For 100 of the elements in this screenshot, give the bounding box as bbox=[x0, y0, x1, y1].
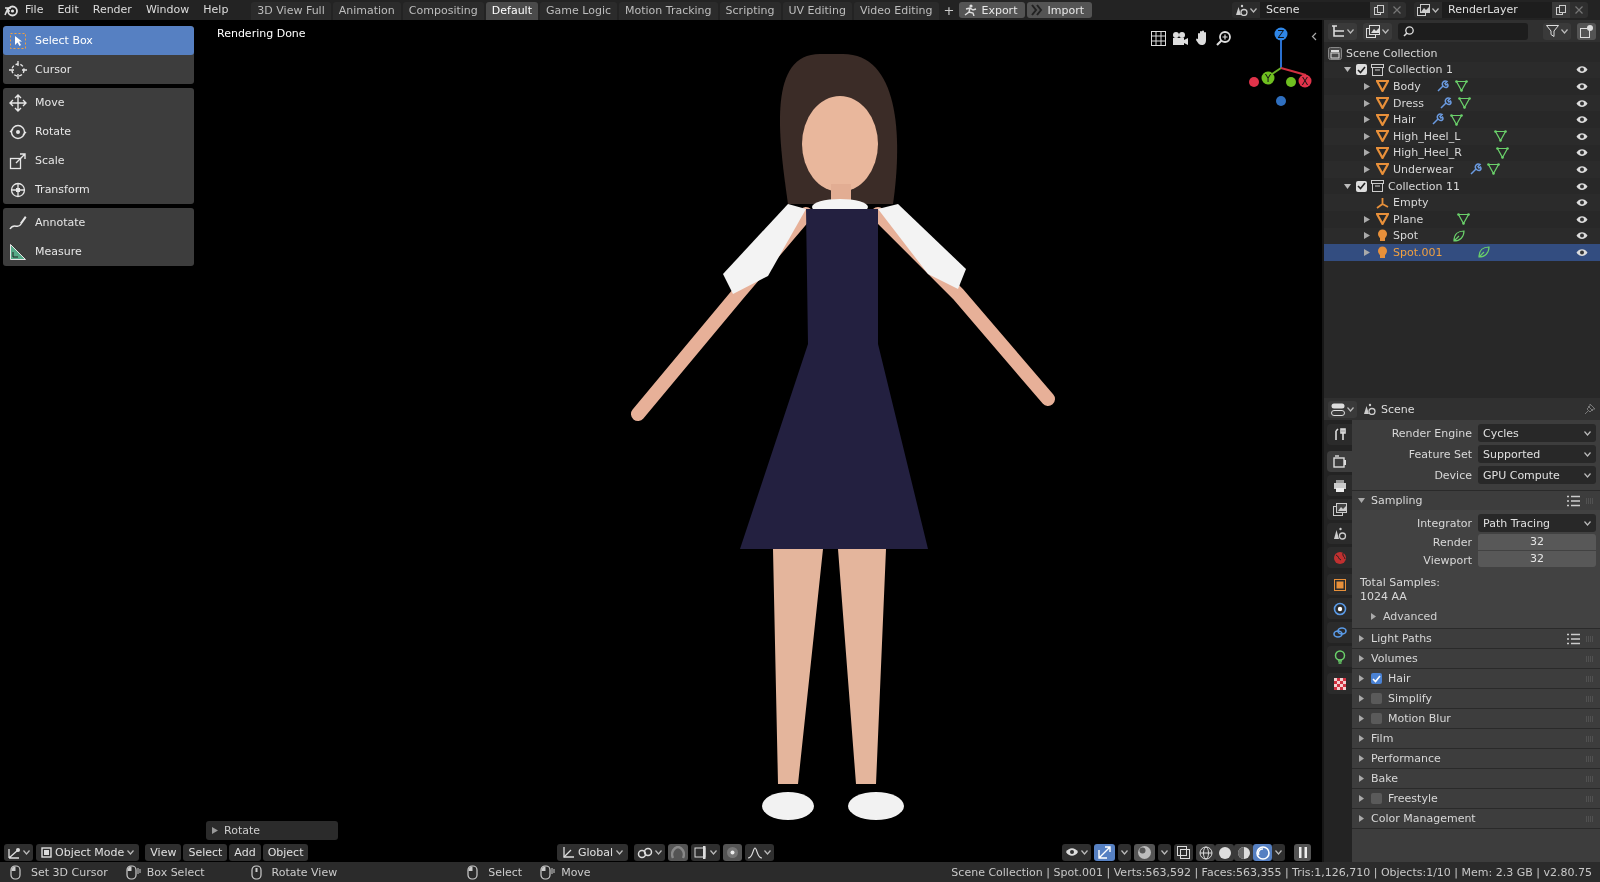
eye-icon[interactable] bbox=[1576, 247, 1588, 257]
properties-tab[interactable] bbox=[1327, 574, 1352, 595]
properties-tab[interactable] bbox=[1327, 424, 1352, 445]
camera-icon[interactable] bbox=[1172, 30, 1189, 46]
workspace-tab[interactable]: Game Logic bbox=[540, 2, 617, 20]
expand-arrow-icon[interactable] bbox=[1364, 99, 1370, 107]
tool-button[interactable]: Rotate bbox=[3, 117, 194, 146]
dropdown[interactable]: Path Tracing bbox=[1478, 514, 1596, 532]
checkbox[interactable] bbox=[1371, 693, 1382, 704]
editor-type-dropdown[interactable] bbox=[4, 844, 33, 861]
snap-toggle[interactable] bbox=[668, 844, 689, 861]
snap-target-dropdown[interactable] bbox=[691, 844, 721, 861]
shading-mode-button[interactable] bbox=[1234, 844, 1253, 861]
expand-arrow-icon[interactable] bbox=[1358, 775, 1365, 782]
checkbox[interactable] bbox=[1371, 673, 1382, 684]
editor-type-dropdown[interactable] bbox=[1328, 400, 1357, 418]
expand-arrow-icon[interactable] bbox=[1364, 215, 1370, 223]
collapse-arrow-icon[interactable] bbox=[1343, 66, 1351, 74]
tool-button[interactable]: Select Box bbox=[3, 26, 194, 55]
eye-icon[interactable] bbox=[1576, 198, 1588, 208]
overlay-toggle[interactable] bbox=[1134, 844, 1155, 861]
collection-name[interactable]: Collection 1 bbox=[1388, 63, 1453, 77]
xray-toggle[interactable] bbox=[1174, 844, 1193, 861]
display-mode-dropdown[interactable] bbox=[1328, 22, 1357, 40]
properties-tab[interactable] bbox=[1327, 499, 1352, 520]
expand-arrow-icon[interactable] bbox=[1358, 675, 1365, 682]
outliner-row[interactable]: Body bbox=[1324, 78, 1600, 95]
grid-icon[interactable] bbox=[1151, 30, 1166, 46]
menu-item[interactable]: Help bbox=[196, 0, 236, 20]
workspace-tab[interactable]: Motion Tracking bbox=[619, 2, 718, 20]
filter-mode-dropdown[interactable] bbox=[1363, 22, 1392, 40]
workspace-tab[interactable]: Video Editing bbox=[853, 2, 939, 20]
properties-tab[interactable] bbox=[1327, 598, 1352, 619]
collection-name[interactable]: Collection 11 bbox=[1388, 179, 1460, 193]
add-workspace-button[interactable]: + bbox=[938, 2, 960, 18]
workspace-tab[interactable]: Compositing bbox=[402, 2, 484, 20]
collapse-arrow-icon[interactable] bbox=[1343, 182, 1351, 190]
collapse-arrow-icon[interactable] bbox=[1358, 497, 1365, 504]
expand-arrow-icon[interactable] bbox=[1358, 755, 1365, 762]
shading-mode-button[interactable] bbox=[1215, 844, 1234, 861]
eye-icon[interactable] bbox=[1576, 181, 1588, 191]
outliner-row[interactable]: High_Heel_R bbox=[1324, 144, 1600, 162]
menu-item[interactable]: File bbox=[18, 0, 51, 20]
workspace-tab[interactable]: Default bbox=[485, 2, 538, 20]
eye-icon[interactable] bbox=[1576, 214, 1588, 224]
eye-icon[interactable] bbox=[1576, 131, 1588, 141]
menu-button[interactable]: Object bbox=[262, 844, 309, 861]
wrench-icon[interactable] bbox=[1468, 162, 1482, 176]
view-layer-name-field[interactable]: RenderLayer bbox=[1442, 2, 1552, 18]
workspace-tab[interactable]: UV Editing bbox=[782, 2, 852, 20]
menu-item[interactable]: Render bbox=[85, 0, 139, 20]
orientation-dropdown[interactable]: Global bbox=[557, 844, 629, 861]
eye-icon[interactable] bbox=[1576, 98, 1588, 108]
properties-tab[interactable] bbox=[1327, 451, 1352, 472]
expand-arrow-icon[interactable] bbox=[1370, 612, 1377, 620]
pause-button[interactable] bbox=[1294, 844, 1311, 861]
number-field[interactable]: 32 bbox=[1478, 534, 1596, 550]
checkbox[interactable] bbox=[1356, 180, 1367, 192]
expand-arrow-icon[interactable] bbox=[1358, 735, 1365, 742]
copy-button[interactable] bbox=[1370, 2, 1388, 18]
search-field[interactable] bbox=[1398, 22, 1528, 40]
number-field[interactable]: 32 bbox=[1478, 551, 1596, 567]
overlay-dropdown[interactable] bbox=[1158, 844, 1171, 861]
subpanel-header[interactable]: Advanced bbox=[1352, 606, 1596, 626]
tool-button[interactable]: Transform bbox=[3, 175, 194, 204]
addon-button[interactable]: Import bbox=[1027, 2, 1092, 18]
tool-button[interactable]: Measure bbox=[3, 237, 194, 266]
scene-type-dropdown[interactable] bbox=[1232, 2, 1260, 18]
view-layer-type-dropdown[interactable] bbox=[1414, 2, 1442, 18]
wrench-icon[interactable] bbox=[1436, 80, 1450, 93]
copy-button[interactable] bbox=[1552, 2, 1570, 18]
collection-name[interactable]: Scene Collection bbox=[1346, 46, 1438, 60]
filter-dropdown[interactable] bbox=[1543, 22, 1571, 40]
properties-tab[interactable] bbox=[1327, 673, 1352, 694]
pin-icon[interactable] bbox=[1584, 403, 1596, 415]
wrench-icon[interactable] bbox=[1439, 96, 1453, 110]
gizmo-toggle[interactable] bbox=[1094, 844, 1115, 861]
workspace-tab[interactable]: Scripting bbox=[719, 2, 781, 20]
eye-icon[interactable] bbox=[1576, 148, 1588, 158]
last-operator-panel[interactable]: Rotate bbox=[206, 821, 338, 840]
panel-header[interactable]: Light Paths bbox=[1352, 628, 1600, 648]
tool-button[interactable]: Move bbox=[3, 88, 194, 117]
wrench-icon[interactable] bbox=[1431, 113, 1445, 127]
menu-item[interactable]: Edit bbox=[50, 0, 86, 20]
expand-arrow-icon[interactable] bbox=[1364, 83, 1370, 90]
falloff-dropdown[interactable] bbox=[745, 844, 775, 861]
new-collection-button[interactable] bbox=[1577, 22, 1596, 40]
expand-arrow-icon[interactable] bbox=[1358, 715, 1365, 722]
tool-button[interactable]: Cursor bbox=[3, 55, 194, 84]
expand-arrow-icon[interactable] bbox=[1358, 695, 1365, 702]
dropdown[interactable]: GPU Compute bbox=[1478, 466, 1596, 484]
shading-dropdown[interactable] bbox=[1272, 844, 1285, 861]
expand-arrow-icon[interactable] bbox=[1358, 655, 1365, 662]
properties-tab[interactable] bbox=[1327, 475, 1352, 496]
dropdown[interactable]: Supported bbox=[1478, 445, 1596, 463]
navigation-gizmo-drawing[interactable]: Z Y X bbox=[1243, 26, 1319, 106]
menu-button[interactable]: View bbox=[145, 844, 182, 861]
visibility-dropdown[interactable] bbox=[1062, 844, 1091, 861]
workspace-tab[interactable]: Animation bbox=[332, 2, 401, 20]
zoom-icon[interactable] bbox=[1216, 30, 1231, 46]
